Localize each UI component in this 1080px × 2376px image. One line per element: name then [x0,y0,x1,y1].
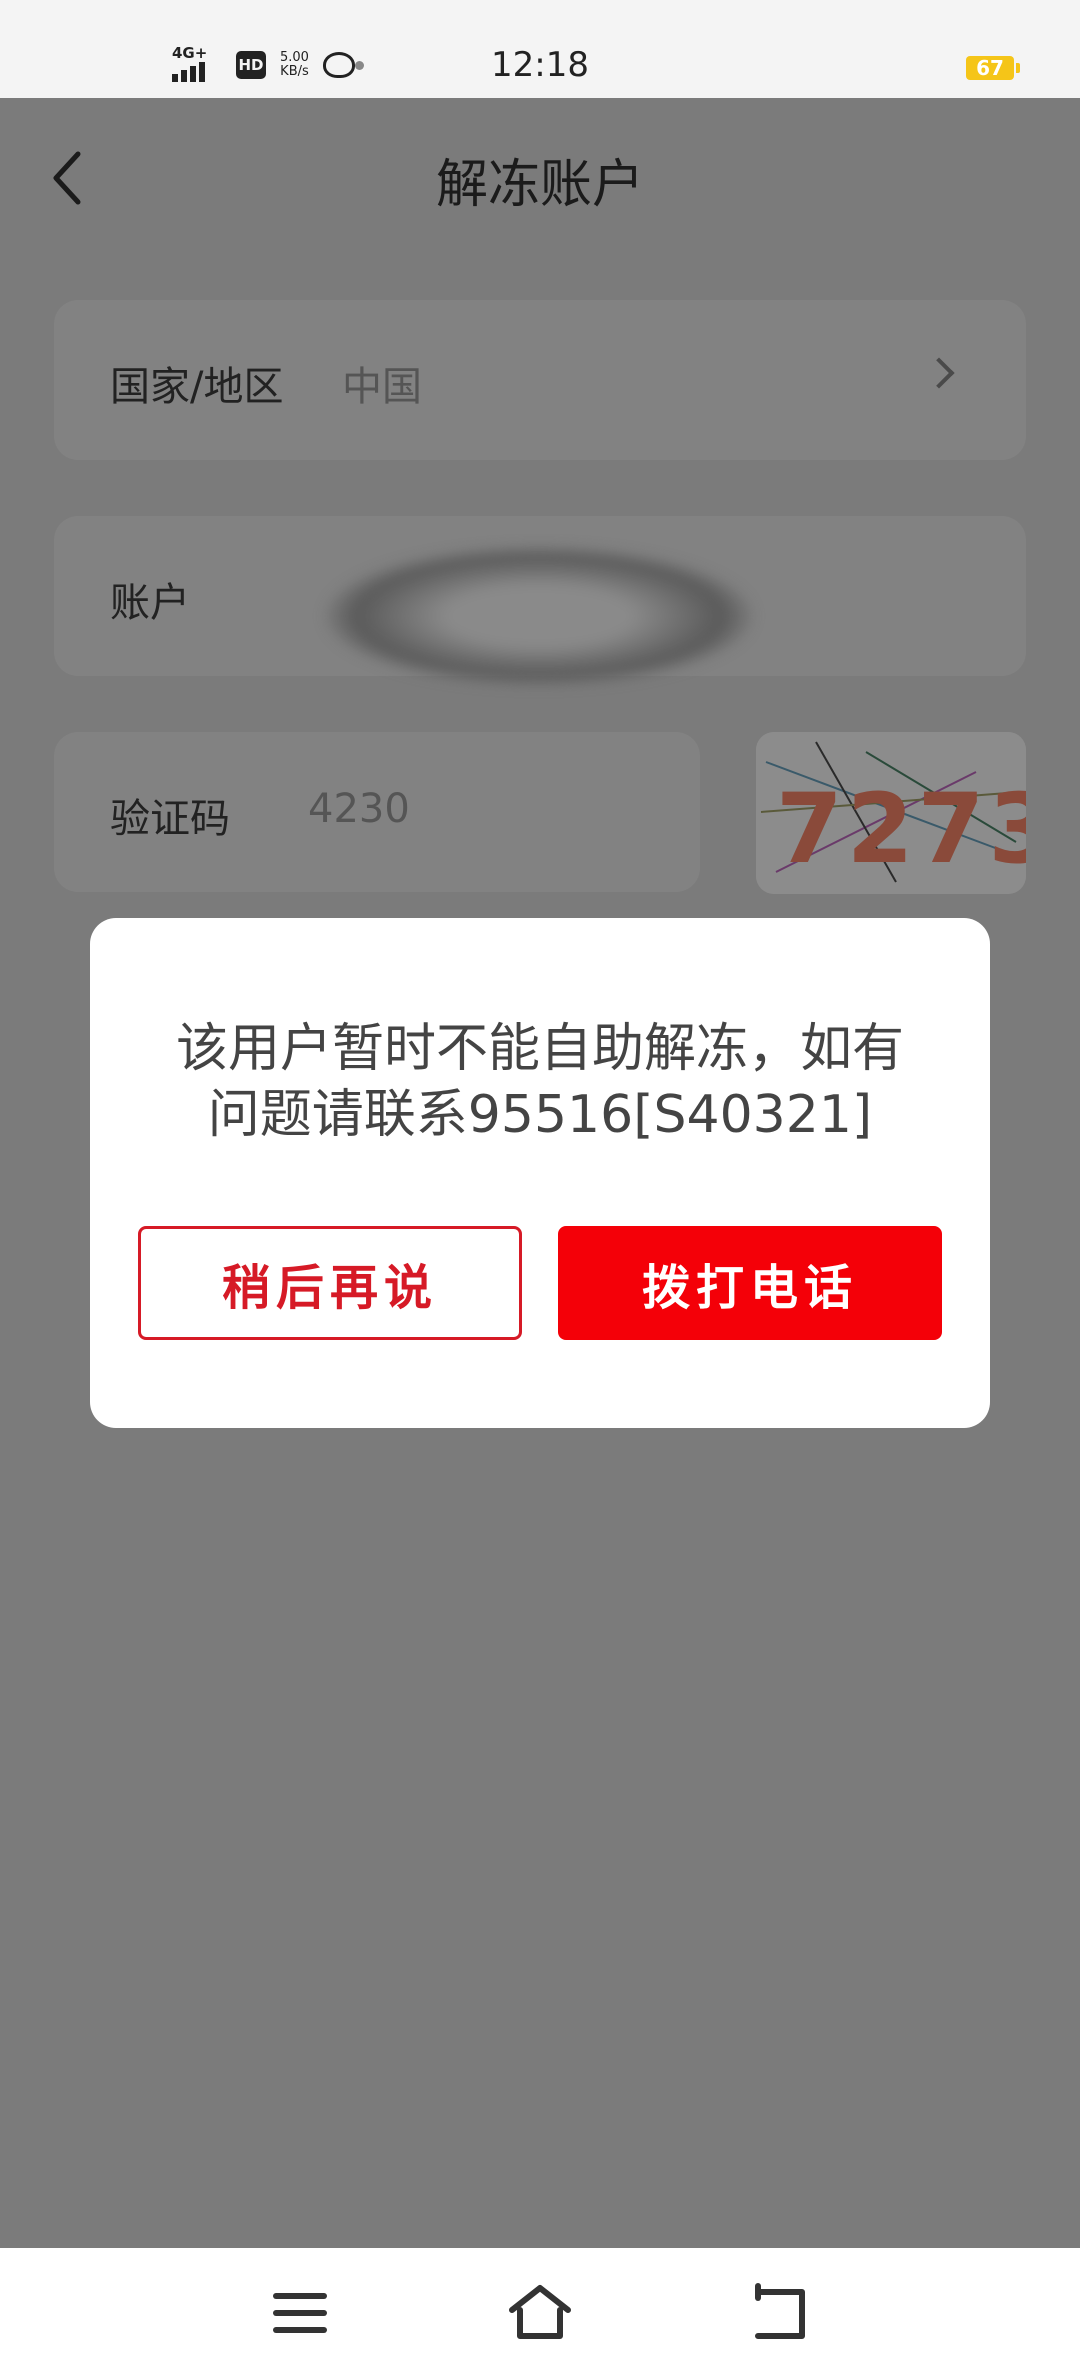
home-icon[interactable] [500,2278,580,2348]
captcha-image[interactable]: 7273 [756,732,1026,894]
back-icon[interactable] [740,2278,820,2348]
region-row[interactable]: 国家/地区 中国 [54,300,1026,460]
chevron-right-icon [923,357,955,389]
dialog-message-line1: 该用户暂时不能自助解冻，如有 [175,1019,904,1079]
region-label: 国家/地区 [110,364,284,410]
battery-icon: 67 [966,56,1020,80]
captcha-image-text: 7273 [776,773,1026,885]
account-row[interactable]: 账户 [54,516,1026,686]
captcha-input[interactable]: 4230 [308,786,410,832]
later-button[interactable]: 稍后再说 [138,1226,522,1340]
page-title: 解冻账户 [435,155,644,215]
navigation-bar [0,2248,1080,2376]
status-bar: 4G+ HD 5.00 KB/s 12:18 67 [0,0,1080,98]
account-label: 账户 [110,580,190,626]
dialog-message-line2: 问题请联系95516[S40321] [207,1085,873,1145]
dialog-message: 该用户暂时不能自助解冻，如有 问题请联系95516[S40321] [140,1016,940,1148]
region-value: 中国 [342,364,422,410]
battery-level: 67 [976,56,1004,80]
menu-icon[interactable] [260,2278,340,2348]
captcha-label: 验证码 [110,796,230,842]
redacted-account-value [324,546,754,686]
captcha-row[interactable]: 验证码 4230 [54,732,700,892]
call-button[interactable]: 拨打电话 [558,1226,942,1340]
unfreeze-dialog: 该用户暂时不能自助解冻，如有 问题请联系95516[S40321] 稍后再说 拨… [90,918,990,1428]
status-time: 12:18 [491,45,589,85]
screen: 4G+ HD 5.00 KB/s 12:18 67 解冻账户 国家/地区 中国 [0,0,1080,2376]
